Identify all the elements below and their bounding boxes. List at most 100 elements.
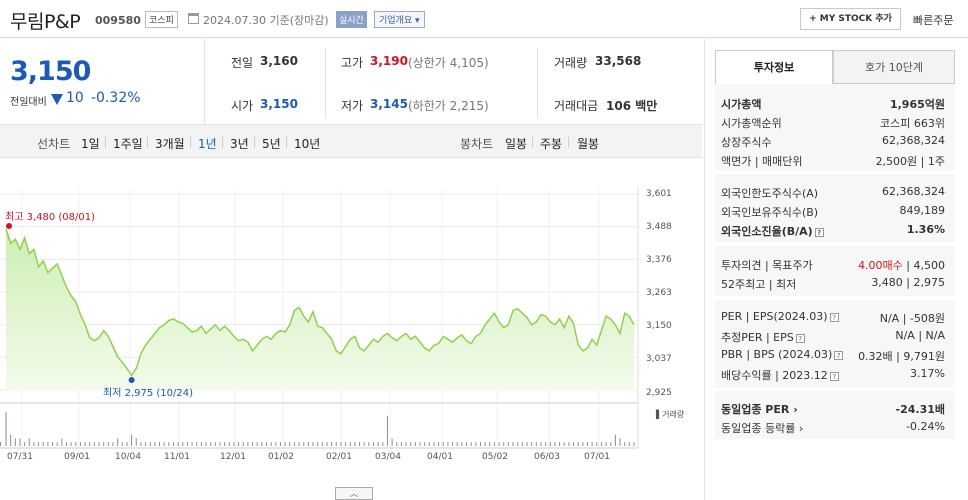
x-tick: 12/01 — [220, 452, 246, 462]
tab-order-book[interactable]: 호가 10단계 — [833, 50, 955, 84]
period-3y[interactable]: 3년 — [230, 135, 249, 152]
volume-bar — [56, 442, 58, 446]
volume-bar — [172, 442, 174, 446]
chart-period-bar: 선차트 1일 1주일 3개월 1년 3년 5년 10년 봉차트 일봉 주봉 월봉 — [0, 124, 702, 158]
calendar-icon — [188, 13, 199, 24]
stock-name: 무림P&P — [10, 11, 81, 33]
volume-bar — [586, 442, 588, 446]
volume-bar — [391, 438, 393, 446]
volume-bar — [312, 442, 314, 446]
period-1d[interactable]: 1일 — [81, 135, 100, 152]
foreign-ratio-value: 1.36% — [906, 223, 945, 236]
volume-bar — [531, 442, 533, 446]
volume-bar — [540, 442, 542, 446]
divider — [568, 137, 569, 148]
quick-order-link[interactable]: 빠른주문 — [913, 12, 953, 28]
volume-bar — [317, 442, 319, 446]
volume-bar — [279, 442, 281, 446]
x-tick: 01/02 — [268, 452, 294, 462]
price-chart — [0, 188, 639, 449]
volume-bar — [568, 442, 570, 446]
volume-bar — [456, 442, 458, 446]
period-3m[interactable]: 3개월 — [155, 135, 185, 152]
period-10y[interactable]: 10년 — [294, 135, 320, 152]
volume-bar — [186, 442, 188, 446]
opinion-label: 투자의견 | 목표주가 — [721, 259, 813, 272]
volume-bar — [10, 434, 12, 446]
investment-info-panel: 투자정보 호가 10단계 시가총액 1,965억원 시가총액순위 코스피 663… — [704, 39, 968, 500]
low-annotation: 최저 2,975 (10/24) — [103, 388, 194, 399]
volume-bar — [126, 442, 128, 446]
volume-bar — [140, 442, 142, 446]
y-tick: 3,601 — [646, 189, 672, 199]
volume-bar — [549, 442, 551, 446]
volume-bar — [205, 442, 207, 446]
corp-info-dropdown[interactable]: 기업개요 ▾ — [374, 11, 425, 28]
info-icon[interactable]: ? — [814, 227, 824, 237]
period-1w[interactable]: 1주일 — [113, 135, 143, 152]
volume-bar — [447, 442, 449, 446]
info-icon[interactable]: ? — [795, 333, 805, 343]
volume-bar — [191, 442, 193, 446]
info-icon[interactable]: ? — [829, 312, 839, 322]
volume-bar — [121, 442, 123, 446]
market-cap-rank-label: 시가총액순위 — [721, 117, 782, 130]
volume-bar — [326, 442, 328, 446]
divider — [286, 137, 287, 148]
info-icon[interactable]: ? — [829, 371, 839, 381]
low-value: 3,145 — [370, 97, 408, 111]
candle-weekly[interactable]: 주봉 — [540, 135, 562, 152]
volume-bar — [261, 442, 263, 446]
divider — [147, 137, 148, 148]
high-value: 3,190 — [370, 54, 408, 68]
info-icon[interactable]: ? — [834, 350, 844, 360]
volume-bar — [614, 434, 616, 446]
period-1y[interactable]: 1년 — [198, 135, 217, 152]
volume-bar — [228, 442, 230, 446]
industry-change-label[interactable]: 동일업종 등락률 › — [721, 420, 803, 436]
industry-per-label[interactable]: 동일업종 PER › — [721, 401, 798, 417]
volume-bar — [345, 442, 347, 446]
candle-daily[interactable]: 일봉 — [505, 135, 527, 152]
volume-bar — [42, 442, 44, 446]
volume-bar — [33, 442, 35, 446]
prev-close-label: 전일 — [231, 56, 254, 70]
add-my-stock-button[interactable]: + MY STOCK 추가 — [800, 8, 901, 30]
opinion-section: 투자의견 | 목표주가 4.00매수 | 4,500 52주최고 | 최저 3,… — [715, 246, 955, 296]
volume-bar — [359, 442, 361, 446]
volume-bar — [545, 442, 547, 446]
volume-bar — [107, 442, 109, 446]
volume-bar — [79, 442, 81, 446]
candle-monthly[interactable]: 월봉 — [577, 135, 599, 152]
volume-bar — [633, 442, 635, 446]
volume-bar — [498, 442, 500, 446]
line-chart-label: 선차트 — [37, 137, 71, 151]
volume-bar — [112, 442, 114, 446]
divider — [254, 137, 255, 148]
volume-bar — [182, 442, 184, 446]
volume-bar — [131, 434, 133, 446]
x-tick: 09/01 — [64, 452, 90, 462]
stock-code: 009580 — [95, 14, 141, 27]
volume-bar — [163, 442, 165, 446]
period-5y[interactable]: 5년 — [262, 135, 281, 152]
volume-bar — [98, 442, 100, 446]
volume-bar — [89, 442, 91, 446]
per-eps-value: N/A | -508원 — [879, 312, 945, 325]
y-tick: 3,037 — [646, 354, 672, 364]
volume-bar — [600, 442, 602, 446]
volume-bar — [400, 442, 402, 446]
volume-bar — [363, 442, 365, 446]
par-value-value: 2,500원 | 1주 — [875, 155, 945, 168]
volume-bar — [238, 442, 240, 446]
lower-limit: (하한가 2,215) — [408, 99, 489, 113]
realtime-button[interactable]: 실시간 — [336, 11, 367, 28]
volume-bar — [335, 442, 337, 446]
volume-bar — [349, 442, 351, 446]
collapse-chart-button[interactable]: ︿ — [335, 487, 373, 500]
tab-investment-info[interactable]: 투자정보 — [715, 50, 833, 84]
high-annotation: 최고 3,480 (08/01) — [5, 212, 96, 223]
volume-bar — [354, 442, 356, 446]
opinion-value: 4.00매수 | 4,500 — [858, 259, 945, 272]
volume-bar — [340, 442, 342, 446]
